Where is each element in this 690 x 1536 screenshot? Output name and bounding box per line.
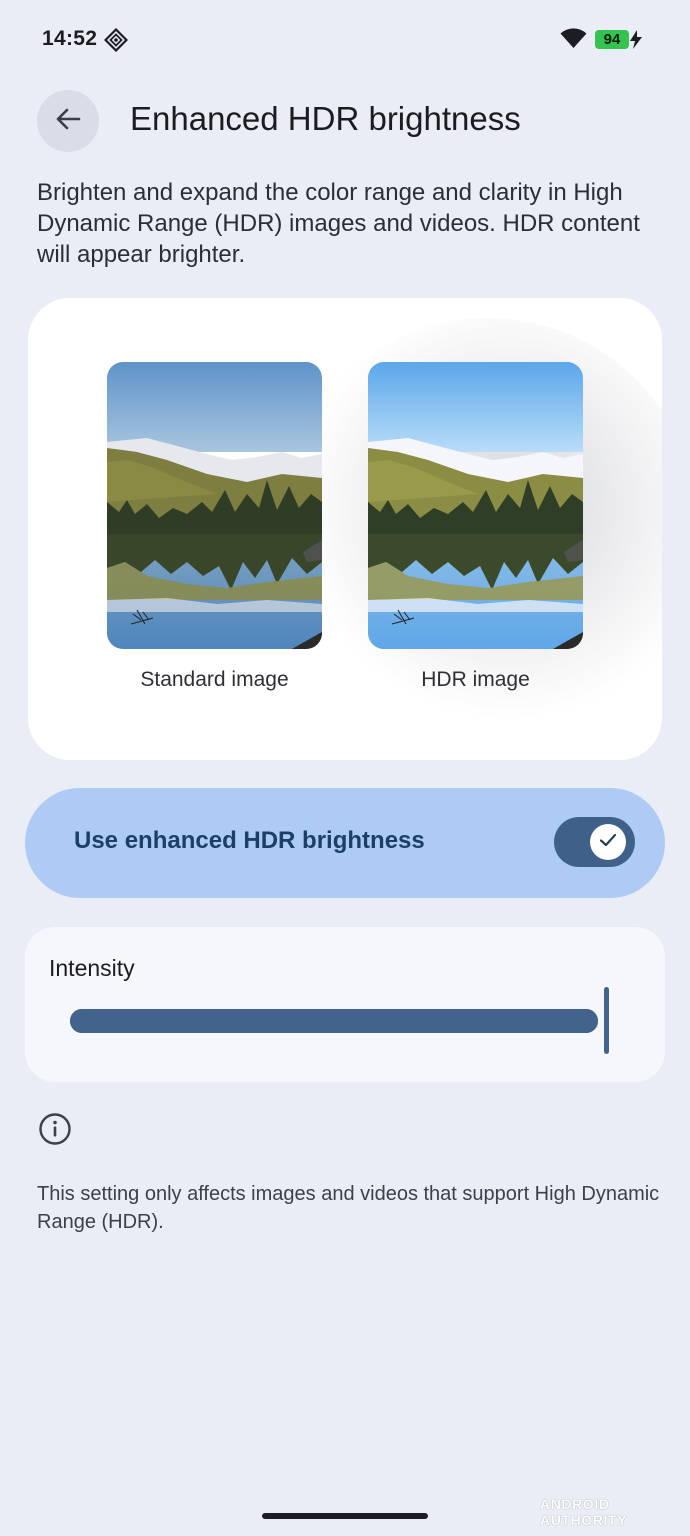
standard-image-caption: Standard image [140, 668, 289, 691]
intensity-slider-fill [70, 1009, 598, 1033]
page-description: Brighten and expand the color range and … [37, 179, 640, 268]
enhanced-hdr-toggle-row[interactable]: Use enhanced HDR brightness [25, 788, 665, 898]
page-title: Enhanced HDR brightness [130, 100, 521, 137]
hdr-preview-card: Standard image HDR image [28, 298, 662, 760]
standard-image-preview [107, 362, 322, 649]
battery-level: 94 [595, 30, 629, 49]
intensity-card: Intensity [25, 927, 665, 1082]
arrow-back-icon [54, 105, 82, 138]
watermark-logo: ANDROID AUTHORITY [540, 1496, 628, 1528]
toggle-label: Use enhanced HDR brightness [74, 827, 425, 854]
checkmark-icon [598, 830, 618, 855]
intensity-label: Intensity [49, 955, 135, 981]
switch-thumb [590, 824, 626, 860]
info-icon [38, 1112, 72, 1151]
home-indicator[interactable] [262, 1513, 428, 1519]
hdr-image-caption: HDR image [421, 668, 530, 691]
status-bar: 14:52 94 [0, 0, 690, 80]
enhanced-hdr-switch[interactable] [554, 817, 635, 867]
wifi-icon [560, 27, 587, 54]
charging-bolt-icon [629, 30, 643, 54]
info-footnote: This setting only affects images and vid… [37, 1183, 660, 1233]
back-button[interactable] [37, 90, 99, 152]
intensity-slider-track[interactable] [70, 1009, 598, 1033]
intensity-slider-handle[interactable] [604, 987, 609, 1054]
notification-diamond-icon [103, 27, 129, 57]
hdr-image-preview [368, 362, 583, 649]
status-time: 14:52 [42, 27, 98, 50]
